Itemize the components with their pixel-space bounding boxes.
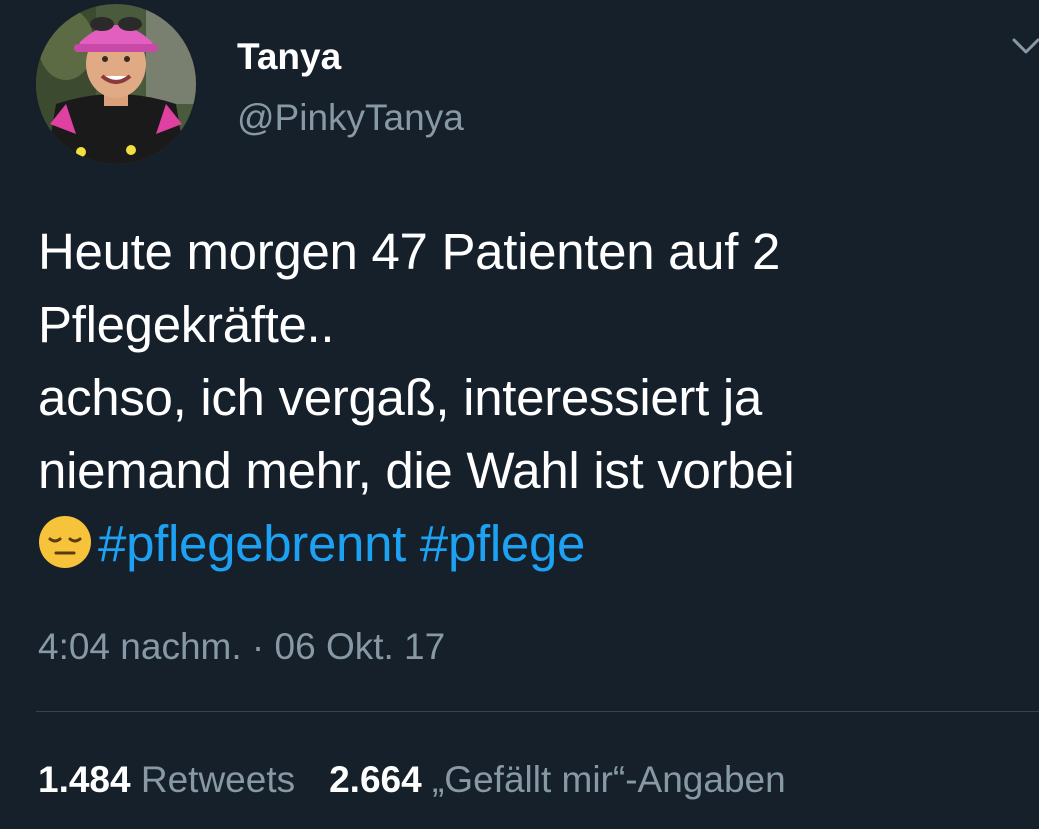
hashtag-link[interactable]: #pflege	[420, 515, 586, 572]
likes-stat[interactable]: 2.664 „Gefällt mir“-Angaben	[329, 757, 786, 803]
author-handle[interactable]: @PinkyTanya	[237, 95, 464, 141]
tweet-timestamp[interactable]: 4:04 nachm. · 06 Okt. 17	[38, 624, 445, 670]
chevron-down-icon[interactable]	[1008, 30, 1039, 60]
divider	[36, 711, 1039, 712]
likes-count: 2.664	[329, 759, 422, 800]
tweet-text-line: Pflegekräfte..	[38, 296, 335, 353]
tweet-text-line: Heute morgen 47 Patienten auf 2	[38, 223, 781, 280]
retweets-label: Retweets	[140, 759, 296, 800]
hashtag-link[interactable]: #pflegebrennt	[98, 515, 406, 572]
tweet-text: Heute morgen 47 Patienten auf 2 Pflegekr…	[38, 215, 1023, 580]
tweet-detail: Tanya @PinkyTanya Heute morgen 47 Patien…	[0, 0, 1039, 829]
author-display-name[interactable]: Tanya	[237, 34, 341, 80]
tweet-text-line: niemand mehr, die Wahl ist vorbei	[38, 442, 795, 499]
tweet-stats: 1.484 Retweets 2.664 „Gefällt mir“-Angabe…	[38, 757, 786, 803]
retweets-count: 1.484	[38, 759, 131, 800]
avatar-image	[36, 4, 196, 164]
avatar[interactable]	[36, 4, 196, 164]
tweet-hashtag-line: #pflegebrennt #pflege	[38, 507, 1023, 580]
retweets-stat[interactable]: 1.484 Retweets	[38, 757, 295, 803]
pensive-face-icon	[38, 515, 92, 569]
tweet-text-line: achso, ich vergaß, interessiert ja	[38, 369, 762, 426]
likes-label: „Gefällt mir“-Angaben	[431, 759, 786, 800]
